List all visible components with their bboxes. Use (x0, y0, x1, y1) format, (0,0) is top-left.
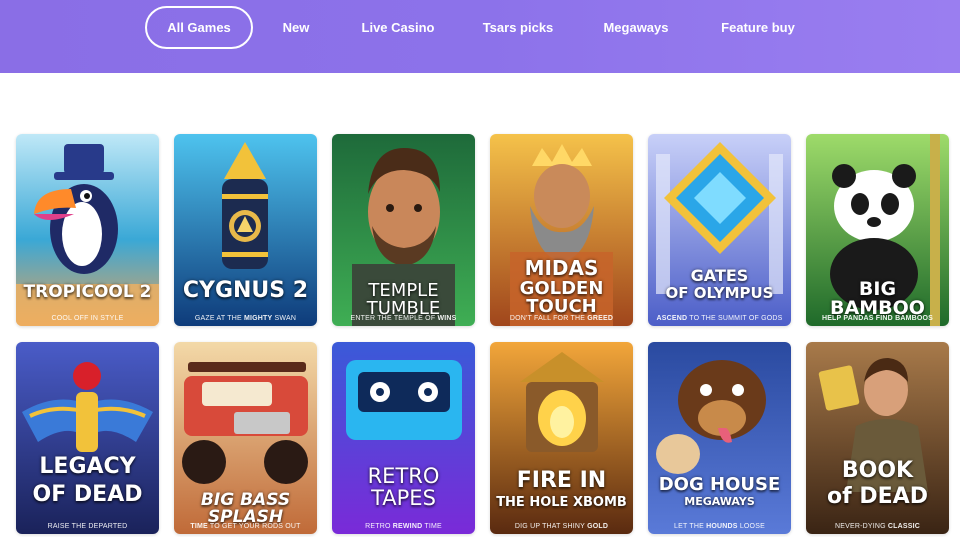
game-tagline: ASCEND TO THE SUMMIT OF GODS (656, 315, 783, 322)
game-tagline: RETRO REWIND TIME (365, 523, 442, 530)
game-card-big-bamboo[interactable]: BIG BAMBOO HELP PANDAS FIND BAMBOOS (806, 134, 949, 326)
game-title: TROPICOOL 2 (23, 282, 152, 302)
game-card-dog-house-megaways[interactable]: DOG HOUSE MEGAWAYS LET THE HOUNDS LOOSE (648, 342, 791, 534)
game-card-legacy-of-dead[interactable]: LEGACY OF DEAD RAISE THE DEPARTED (16, 342, 159, 534)
game-card-tropicool-2[interactable]: TROPICOOL 2 COOL OFF IN STYLE (16, 134, 159, 326)
game-tagline: NEVER-DYING CLASSIC (834, 523, 921, 530)
game-tagline: LET THE HOUNDS LOOSE (674, 523, 765, 530)
game-card-retro-tapes[interactable]: RETRO TAPES RETRO REWIND TIME (332, 342, 475, 534)
game-title-line-2: GOLDEN TOUCH (519, 278, 604, 317)
game-card-temple-tumble[interactable]: TEMPLE TUMBLE ENTER THE TEMPLE OF WINS (332, 134, 475, 326)
game-title: LEGACY (39, 454, 136, 479)
game-title-line-2: MEGAWAYS (684, 495, 755, 508)
game-card-midas-golden-touch[interactable]: MIDAS GOLDEN TOUCH DON'T FALL FOR THE GR… (490, 134, 633, 326)
game-tagline: RAISE THE DEPARTED (47, 523, 128, 530)
game-card-book-of-dead[interactable]: BOOK of DEAD NEVER-DYING CLASSIC (806, 342, 949, 534)
game-tagline: TIME TO GET YOUR RODS OUT (190, 523, 301, 530)
game-card-cygnus-2[interactable]: CYGNUS 2 GAZE AT THE MIGHTY SWAN (174, 134, 317, 326)
game-title: BIG BAMBOO (830, 278, 925, 319)
game-title: RETRO (367, 464, 440, 488)
game-title: BIG BASS SPLASH (200, 490, 291, 527)
game-title-line-2: OF DEAD (32, 482, 143, 507)
game-title: GATES (690, 266, 749, 285)
game-title: BOOK (841, 458, 914, 483)
game-title-line-2: OF OLYMPUS (665, 284, 774, 302)
game-card-big-bass-splash[interactable]: BIG BASS SPLASH TIME TO GET YOUR RODS OU… (174, 342, 317, 534)
game-title: FIRE IN (516, 468, 607, 493)
game-card-gates-of-olympus[interactable]: GATES OF OLYMPUS ASCEND TO THE SUMMIT OF… (648, 134, 791, 326)
games-grid: TROPICOOL 2 COOL OFF IN STYLE CYGNUS 2 G… (0, 0, 960, 537)
game-tagline: ENTER THE TEMPLE OF WINS (350, 315, 457, 322)
game-tagline: COOL OFF IN STYLE (51, 315, 124, 322)
game-tagline: DIG UP THAT SHINY GOLD (514, 523, 609, 530)
game-title: TEMPLE TUMBLE (366, 280, 441, 319)
game-tagline: DON'T FALL FOR THE GREED (509, 315, 614, 322)
game-title: MIDAS (524, 256, 599, 280)
game-card-fire-in-the-hole-xbomb[interactable]: FIRE IN THE HOLE XBOMB DIG UP THAT SHINY… (490, 342, 633, 534)
game-title: DOG HOUSE (658, 474, 781, 495)
game-title-line-2: TAPES (371, 486, 436, 510)
game-tagline: GAZE AT THE MIGHTY SWAN (194, 315, 297, 322)
game-tagline: HELP PANDAS FIND BAMBOOS (821, 315, 934, 322)
game-title-line-2: THE HOLE XBOMB (496, 495, 627, 510)
game-title-line-2: of DEAD (827, 484, 928, 509)
game-title: CYGNUS 2 (182, 278, 309, 303)
